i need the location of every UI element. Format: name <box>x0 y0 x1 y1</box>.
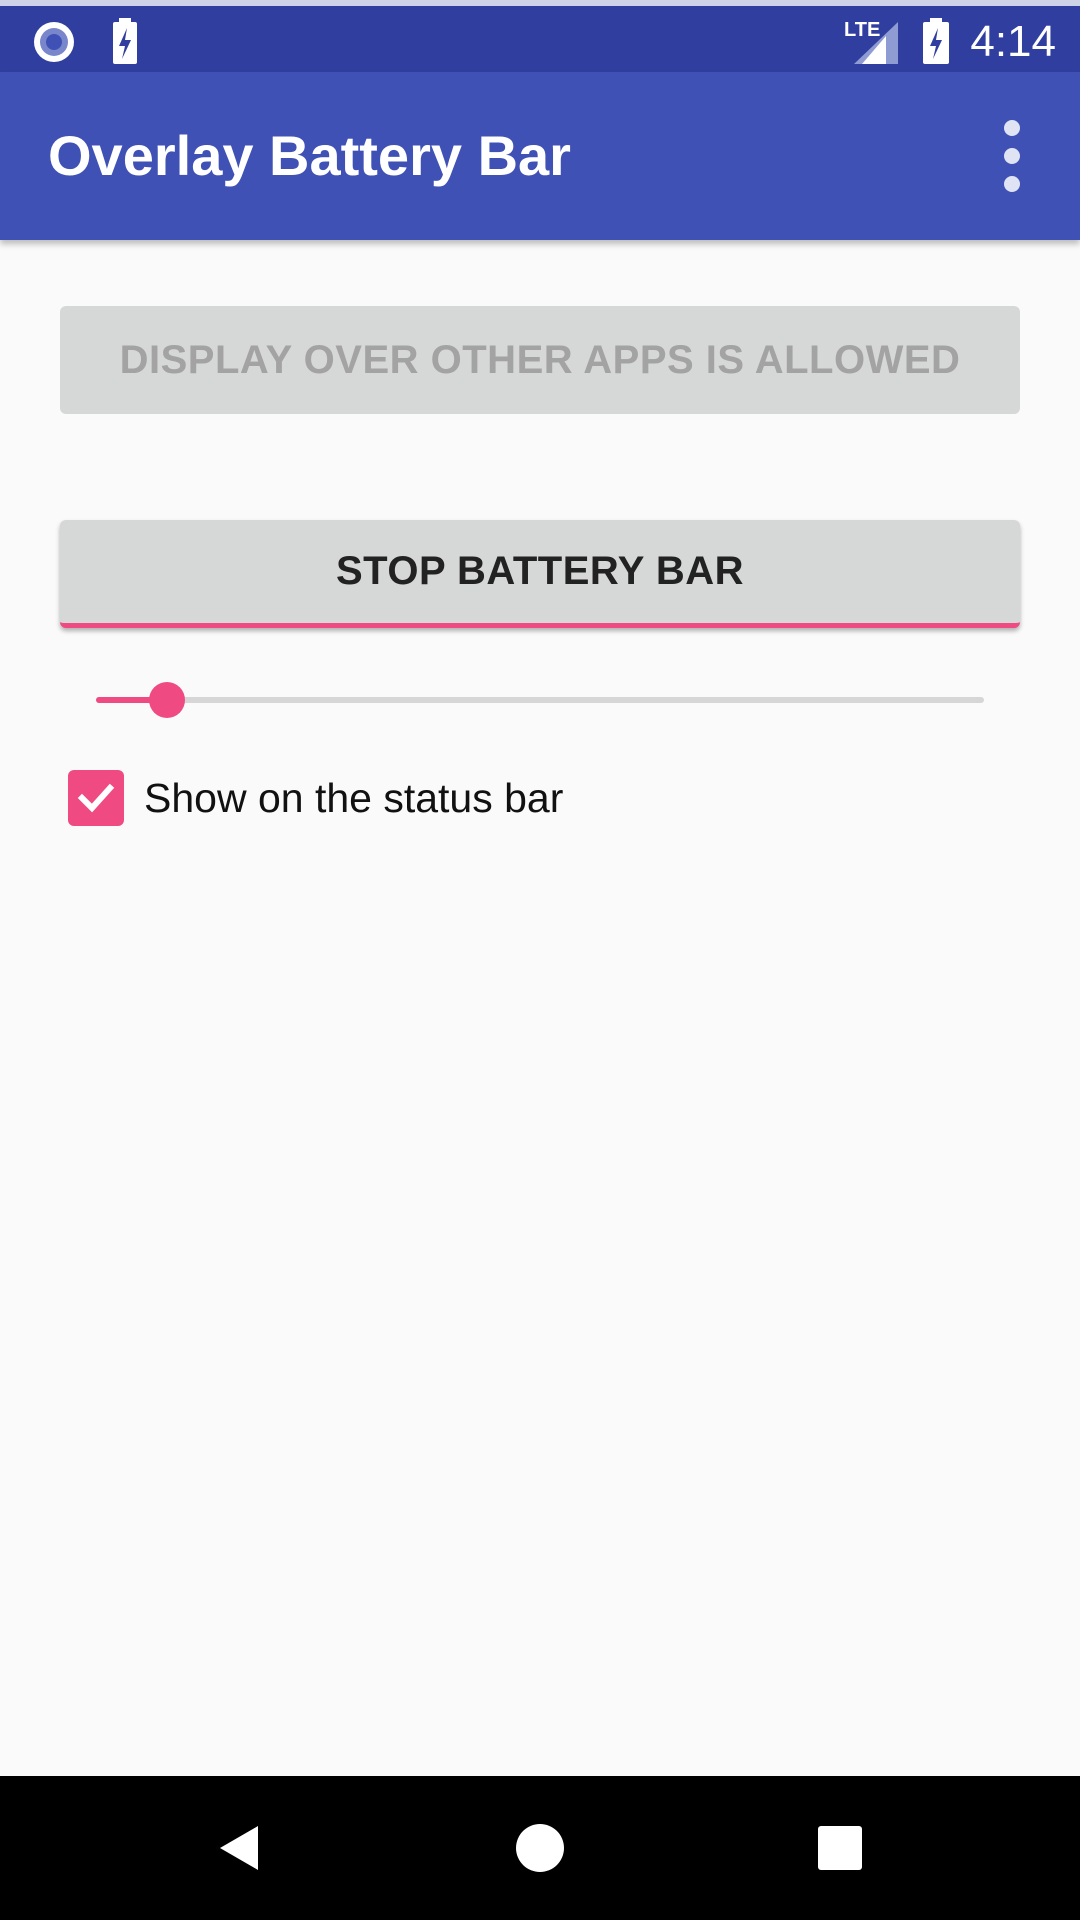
app-title: Overlay Battery Bar <box>48 124 571 187</box>
battery-charging-icon <box>920 14 952 75</box>
battery-charging-icon <box>110 14 140 75</box>
lte-signal-icon: LTE <box>842 14 902 75</box>
show-on-status-bar-checkbox[interactable] <box>68 770 124 826</box>
battery-bar-slider[interactable] <box>96 680 984 720</box>
notification-dot-icon <box>30 14 78 75</box>
back-icon[interactable] <box>200 1808 280 1888</box>
home-icon[interactable] <box>500 1808 580 1888</box>
navigation-bar <box>0 1776 1080 1920</box>
slider-thumb[interactable] <box>149 682 186 718</box>
slider-track <box>96 697 984 703</box>
app-bar: Overlay Battery Bar <box>0 72 1080 240</box>
status-bar: LTE 4:14 <box>0 0 1080 72</box>
stop-battery-bar-button[interactable]: STOP BATTERY BAR <box>60 520 1020 628</box>
lte-label: LTE <box>844 19 880 41</box>
status-clock: 4:14 <box>970 17 1056 66</box>
show-on-status-bar-option[interactable]: Show on the status bar <box>68 770 563 826</box>
check-icon <box>77 783 115 813</box>
recents-icon[interactable] <box>800 1808 880 1888</box>
more-vert-icon[interactable] <box>980 116 1044 196</box>
show-on-status-bar-label: Show on the status bar <box>144 774 564 821</box>
overlay-permission-button: DISPLAY OVER OTHER APPS IS ALLOWED <box>60 306 1020 414</box>
